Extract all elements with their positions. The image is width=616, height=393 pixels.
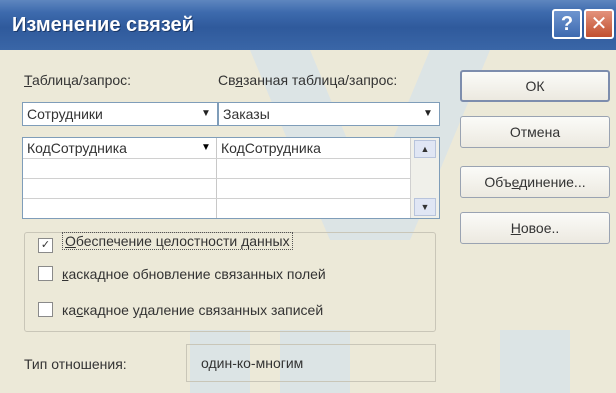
integrity-text: беспечение целостности данных — [75, 233, 290, 249]
cascade-delete-prefix: ка — [62, 302, 77, 318]
close-button[interactable]: ✕ — [584, 9, 614, 39]
grid-row-divider — [23, 158, 411, 159]
join-type-text: динение... — [519, 174, 586, 190]
table-label-accesskey: Т — [24, 72, 32, 88]
cascade-update-label: каскадное обновление связанных полей — [62, 266, 326, 282]
dropdown-arrow-icon[interactable]: ▼ — [197, 105, 215, 123]
dropdown-arrow-icon[interactable]: ▼ — [419, 105, 437, 123]
join-type-button[interactable]: Объединение... — [460, 166, 610, 198]
edit-relationships-dialog: Изменение связей ? ✕ Таблица/запрос: Свя… — [0, 0, 616, 393]
cascade-update-text: аскадное обновление связанных полей — [68, 266, 326, 282]
dropdown-arrow-icon[interactable]: ▼ — [199, 140, 213, 156]
create-new-accesskey: Н — [510, 220, 521, 236]
ok-button[interactable]: ОК — [460, 70, 610, 102]
cascade-delete-checkbox-row[interactable]: каскадное удаление связанных записей — [38, 302, 323, 318]
related-table-label: Связанная таблица/запрос: — [218, 72, 397, 88]
title-bar[interactable]: Изменение связей ? ✕ — [0, 0, 616, 50]
cascade-delete-label: каскадное удаление связанных записей — [62, 302, 323, 318]
grid-right-cell[interactable]: КодСотрудника — [221, 140, 321, 156]
create-new-button[interactable]: Новое.. — [460, 212, 610, 244]
join-type-prefix: Объ — [484, 174, 512, 190]
window-title: Изменение связей — [12, 14, 194, 36]
related-table-label-accesskey: я — [235, 72, 243, 88]
table-select-value: Сотрудники — [27, 106, 103, 122]
table-label-text: аблица/запрос: — [31, 72, 132, 88]
close-icon: ✕ — [590, 13, 608, 35]
integrity-checkbox-row[interactable]: ✓ Обеспечение целостности данных — [38, 232, 293, 253]
related-table-label-text: занная таблица/запрос: — [242, 72, 398, 88]
cascade-update-checkbox-row[interactable]: каскадное обновление связанных полей — [38, 266, 326, 282]
integrity-checkbox-label: Обеспечение целостности данных — [62, 232, 293, 250]
grid-row-divider — [23, 198, 411, 199]
integrity-accesskey: О — [65, 233, 76, 249]
integrity-checkbox[interactable]: ✓ — [38, 238, 53, 253]
cascade-delete-text: кадное удаление связанных записей — [83, 302, 324, 318]
cascade-delete-checkbox[interactable] — [38, 302, 53, 317]
create-new-text: овое.. — [520, 220, 560, 236]
table-label: Таблица/запрос: — [24, 72, 131, 88]
checkmark-icon: ✓ — [40, 239, 51, 251]
related-table-select[interactable]: Заказы ▼ — [218, 102, 440, 126]
relationship-type-value: один-ко-многим — [186, 344, 436, 382]
fields-grid[interactable]: КодСотрудника ▼ КодСотрудника ▲ ▼ — [22, 137, 440, 219]
scroll-up-icon[interactable]: ▲ — [414, 140, 436, 158]
join-type-accesskey: е — [511, 174, 520, 190]
grid-left-cell[interactable]: КодСотрудника — [27, 140, 127, 156]
scroll-down-icon[interactable]: ▼ — [414, 198, 436, 216]
related-table-select-value: Заказы — [223, 106, 270, 122]
relationship-type-label: Тип отношения: — [24, 356, 127, 372]
related-table-label-prefix: Св — [218, 72, 236, 88]
help-icon: ? — [560, 13, 574, 35]
grid-scrollbar[interactable]: ▲ ▼ — [410, 138, 439, 218]
grid-row-divider — [23, 178, 411, 179]
table-select[interactable]: Сотрудники ▼ — [22, 102, 218, 126]
help-button[interactable]: ? — [552, 9, 582, 39]
cancel-button[interactable]: Отмена — [460, 116, 610, 148]
cascade-update-checkbox[interactable] — [38, 266, 53, 281]
